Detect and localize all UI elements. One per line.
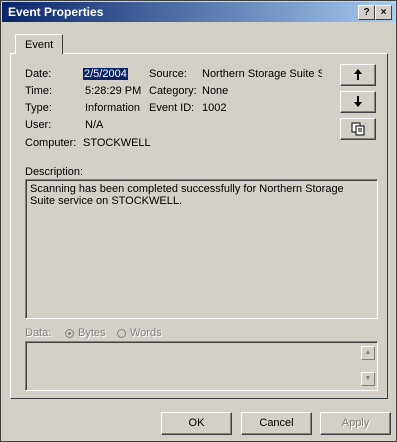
tab-event[interactable]: Event: [15, 34, 63, 54]
copy-icon: [351, 122, 365, 136]
next-event-button[interactable]: [340, 91, 376, 113]
description-text: Scanning has been completed successfully…: [30, 183, 344, 207]
cancel-button[interactable]: Cancel: [241, 412, 312, 435]
down-arrow-icon: [354, 96, 362, 107]
copy-button[interactable]: [340, 118, 376, 140]
help-button[interactable]: ?: [358, 5, 375, 20]
close-button[interactable]: ×: [375, 5, 392, 20]
time-value: 5:28:29 PM: [85, 85, 142, 97]
event-id-label: Event ID:: [149, 102, 195, 114]
computer-label: Computer:: [25, 137, 77, 149]
date-value[interactable]: 2/5/2004: [83, 68, 128, 80]
computer-value: STOCKWELL: [83, 137, 151, 149]
apply-button[interactable]: Apply: [320, 412, 391, 435]
words-radio[interactable]: [117, 329, 126, 338]
window-title: Event Properties: [8, 5, 104, 19]
title-bar[interactable]: Event Properties ? ×: [2, 2, 395, 22]
user-label: User:: [25, 119, 52, 131]
bytes-label: Bytes: [78, 327, 106, 339]
data-label: Data:: [25, 327, 52, 339]
category-value: None: [202, 85, 229, 97]
description-label: Description:: [25, 166, 84, 178]
description-box[interactable]: Scanning has been completed successfully…: [25, 179, 378, 319]
time-label: Time:: [25, 85, 53, 97]
type-label: Type:: [25, 102, 52, 114]
type-value: Information: [85, 102, 141, 114]
date-label: Date:: [25, 68, 52, 80]
source-label: Source:: [149, 68, 187, 80]
event-id-value: 1002: [202, 102, 227, 114]
bytes-radio[interactable]: [65, 329, 74, 338]
event-properties-window: Event Properties ? × Event Date: 2/5/200…: [0, 0, 397, 442]
previous-event-button[interactable]: [340, 64, 376, 86]
user-value: N/A: [85, 119, 104, 131]
tab-event-label: Event: [25, 39, 54, 51]
category-label: Category:: [149, 85, 197, 97]
data-box[interactable]: ▲ ▼: [25, 341, 378, 391]
source-value: Northern Storage Suite Se: [202, 68, 322, 80]
ok-button[interactable]: OK: [161, 412, 232, 435]
words-label: Words: [130, 327, 162, 339]
up-arrow-icon: [354, 69, 362, 80]
scroll-down-button[interactable]: ▼: [361, 372, 375, 386]
scroll-up-button[interactable]: ▲: [361, 346, 375, 360]
